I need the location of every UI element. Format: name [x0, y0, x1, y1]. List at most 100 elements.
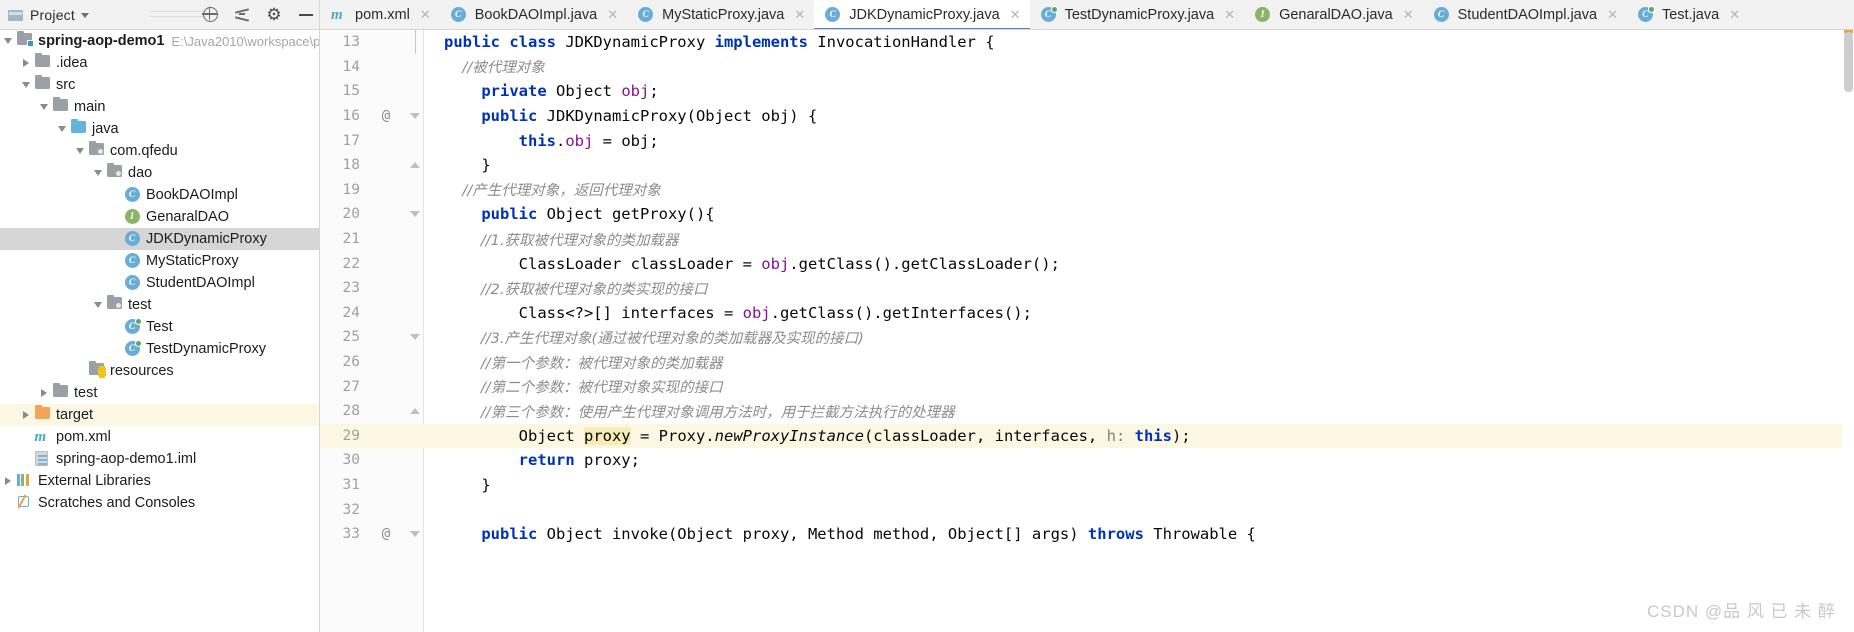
tree-row[interactable]: dao — [0, 162, 319, 184]
close-icon[interactable]: ✕ — [420, 7, 431, 23]
tree-row[interactable]: C TestDynamicProxy — [0, 338, 319, 360]
code-line[interactable]: 28 //第三个参数：使用产生代理对象调用方法时，用于拦截方法执行的处理器 — [320, 399, 1854, 424]
override-marker-icon[interactable]: @ — [366, 108, 406, 124]
line-number: 28 — [342, 403, 360, 420]
code-line[interactable]: 17 this.obj = obj; — [320, 128, 1854, 153]
code-line[interactable]: 13 public class JDKDynamicProxy implement… — [320, 30, 1854, 55]
close-icon[interactable]: ✕ — [794, 7, 805, 23]
tree-row[interactable]: m pom.xml — [0, 426, 319, 448]
code-line[interactable]: 14 //被代理对象 — [320, 55, 1854, 80]
code-line[interactable]: 24 Class<?>[] interfaces = obj.getClass(… — [320, 301, 1854, 326]
scratches-glyph — [17, 494, 31, 509]
chevron-down-icon[interactable] — [54, 126, 70, 132]
editor-tab-jdkdynamicproxy-java[interactable]: C JDKDynamicProxy.java ✕ — [814, 0, 1030, 29]
tree-row[interactable]: C BookDAOImpl — [0, 184, 319, 206]
chevron-down-icon[interactable] — [90, 302, 106, 308]
editor-tab-studentdaoimpl-java[interactable]: C StudentDAOImpl.java ✕ — [1423, 0, 1627, 29]
line-number: 23 — [342, 280, 360, 297]
code-line[interactable]: 23 //2.获取被代理对象的类实现的接口 — [320, 276, 1854, 301]
editor-tab-testdynamicproxy-java[interactable]: C TestDynamicProxy.java ✕ — [1030, 0, 1245, 29]
fold-collapse-icon[interactable] — [406, 334, 424, 341]
code-line[interactable]: 27 //第二个参数：被代理对象实现的接口 — [320, 374, 1854, 399]
tree-row[interactable]: Scratches and Consoles — [0, 492, 319, 514]
code-editor[interactable]: 13 public class JDKDynamicProxy implement… — [320, 30, 1854, 632]
editor-tab-bookdaoimpl-java[interactable]: C BookDAOImpl.java ✕ — [440, 0, 627, 29]
hide-toolwindow-button[interactable] — [293, 2, 319, 28]
editor-tab-test-java[interactable]: C Test.java ✕ — [1627, 0, 1749, 29]
close-icon[interactable]: ✕ — [607, 7, 618, 23]
tree-row[interactable]: C StudentDAOImpl — [0, 272, 319, 294]
folder-icon — [52, 96, 68, 111]
code-line[interactable]: 22 ClassLoader classLoader = obj.getClas… — [320, 251, 1854, 276]
code-lines[interactable]: 13 public class JDKDynamicProxy implement… — [320, 30, 1854, 546]
editor-tab-mystaticproxy-java[interactable]: C MyStaticProxy.java ✕ — [627, 0, 814, 29]
code-text: //2.获取被代理对象的类实现的接口 — [424, 278, 1854, 299]
code-line[interactable]: 19 //产生代理对象，返回代理对象 — [320, 178, 1854, 203]
chevron-down-icon[interactable] — [90, 170, 106, 176]
close-icon[interactable]: ✕ — [1010, 7, 1021, 23]
chevron-down-icon[interactable] — [0, 38, 16, 44]
package-icon — [106, 294, 122, 309]
chevron-down-icon[interactable] — [72, 148, 88, 154]
close-icon[interactable]: ✕ — [1729, 7, 1740, 23]
tree-row[interactable]: C Test — [0, 316, 319, 338]
tree-row[interactable]: resources — [0, 360, 319, 382]
code-line[interactable]: 32 — [320, 497, 1854, 522]
close-icon[interactable]: ✕ — [1224, 7, 1235, 23]
tree-row[interactable]: C MyStaticProxy — [0, 250, 319, 272]
code-text: //第一个参数：被代理对象的类加载器 — [424, 352, 1854, 373]
close-icon[interactable]: ✕ — [1403, 7, 1414, 23]
tree-item-label: java — [92, 121, 119, 137]
fold-region-bar[interactable] — [406, 30, 424, 55]
tree-row[interactable]: .idea — [0, 52, 319, 74]
code-line[interactable]: 20 public Object getProxy(){ — [320, 202, 1854, 227]
override-marker-icon[interactable]: @ — [366, 526, 406, 542]
code-line[interactable]: 15 private Object obj; — [320, 79, 1854, 104]
chevron-right-icon[interactable] — [36, 389, 52, 397]
libraries-glyph — [16, 473, 31, 486]
tree-row[interactable]: C JDKDynamicProxy — [0, 228, 319, 250]
chevron-right-icon[interactable] — [18, 411, 34, 419]
editor-tab-strip[interactable]: m pom.xml ✕ C BookDAOImpl.java ✕ C MyStaticProx… — [320, 0, 1854, 30]
scrollbar-thumb[interactable] — [1844, 32, 1853, 92]
toolwindow-grabber[interactable] — [150, 7, 206, 23]
collapse-all-icon — [234, 7, 250, 23]
chevron-down-icon[interactable] — [80, 13, 89, 18]
code-line[interactable]: 29 Object proxy = Proxy.newProxyInstance… — [320, 423, 1854, 449]
code-line[interactable]: 33 @ public Object invoke(Object proxy, M… — [320, 522, 1854, 547]
code-line[interactable]: 31 } — [320, 473, 1854, 498]
tree-row[interactable]: spring-aop-demo1.iml — [0, 448, 319, 470]
tree-row[interactable]: External Libraries — [0, 470, 319, 492]
settings-button[interactable]: ⚙ — [261, 2, 287, 28]
code-line[interactable]: 18 } — [320, 153, 1854, 178]
tree-row[interactable]: src — [0, 74, 319, 96]
chevron-down-icon[interactable] — [18, 82, 34, 88]
tree-row[interactable]: main — [0, 96, 319, 118]
collapse-all-button[interactable] — [229, 2, 255, 28]
tree-row[interactable]: java — [0, 118, 319, 140]
editor-tab-pom-xml[interactable]: m pom.xml ✕ — [320, 0, 440, 29]
close-icon[interactable]: ✕ — [1607, 7, 1618, 23]
code-line[interactable]: 21 //1.获取被代理对象的类加载器 — [320, 227, 1854, 252]
project-tree[interactable]: spring-aop-demo1 E:\Java2010\workspace\p.… — [0, 30, 320, 632]
tree-row[interactable]: target — [0, 404, 319, 426]
fold-expand-icon[interactable] — [406, 408, 424, 415]
tree-row[interactable]: I GenaralDAO — [0, 206, 319, 228]
fold-collapse-icon[interactable] — [406, 211, 424, 218]
code-line[interactable]: 26 //第一个参数：被代理对象的类加载器 — [320, 350, 1854, 375]
fold-expand-icon[interactable] — [406, 162, 424, 169]
chevron-right-icon[interactable] — [0, 477, 16, 485]
chevron-right-icon[interactable] — [18, 59, 34, 67]
fold-collapse-icon[interactable] — [406, 531, 424, 538]
editor-scrollbar[interactable] — [1842, 30, 1854, 632]
tree-row[interactable]: test — [0, 382, 319, 404]
editor-tab-genaraldao-java[interactable]: I GenaralDAO.java ✕ — [1244, 0, 1423, 29]
fold-collapse-icon[interactable] — [406, 113, 424, 120]
tree-row[interactable]: test — [0, 294, 319, 316]
tree-row[interactable]: spring-aop-demo1 E:\Java2010\workspace\p — [0, 30, 319, 52]
tree-row[interactable]: com.qfedu — [0, 140, 319, 162]
code-line[interactable]: 25 //3.产生代理对象(通过被代理对象的类加载器及实现的接口) — [320, 325, 1854, 350]
chevron-down-icon[interactable] — [36, 104, 52, 110]
code-line[interactable]: 16 @ public JDKDynamicProxy(Object obj) { — [320, 104, 1854, 129]
code-line[interactable]: 30 return proxy; — [320, 448, 1854, 473]
